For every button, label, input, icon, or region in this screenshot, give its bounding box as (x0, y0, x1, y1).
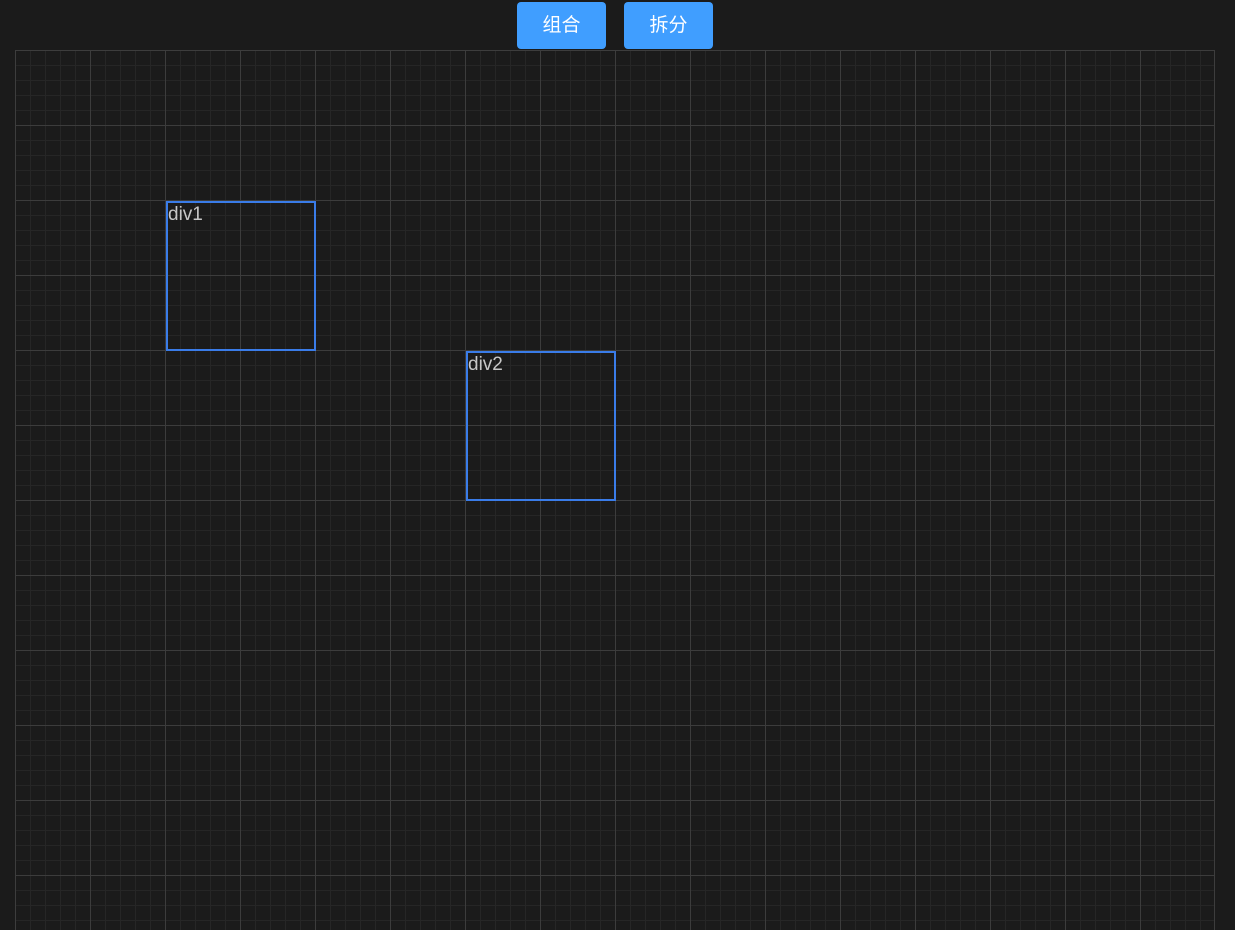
grid-canvas[interactable]: div1 div2 (15, 50, 1215, 930)
toolbar: 组合 拆分 (0, 0, 1235, 50)
draggable-box-div2[interactable]: div2 (466, 351, 616, 501)
combine-button[interactable]: 组合 (517, 2, 606, 49)
box-label: div1 (168, 204, 203, 225)
draggable-box-div1[interactable]: div1 (166, 201, 316, 351)
box-label: div2 (468, 354, 503, 375)
split-button[interactable]: 拆分 (624, 2, 713, 49)
